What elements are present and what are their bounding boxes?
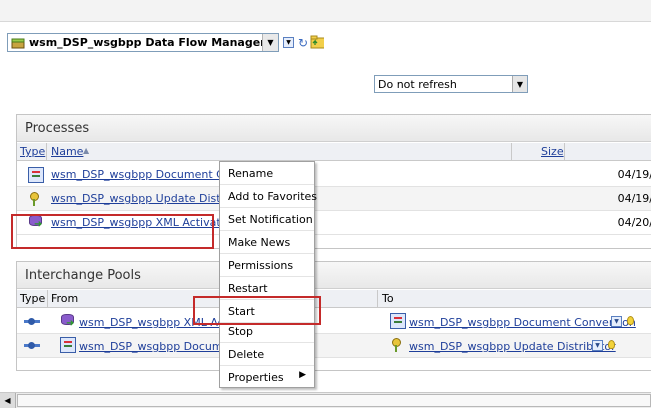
dropdown-menu-icon[interactable]: ▼ — [592, 340, 603, 351]
dropdown-menu-icon[interactable]: ▼ — [283, 37, 294, 48]
column-size[interactable]: Size — [541, 145, 564, 158]
pools-column-header: Type From To — [17, 290, 651, 308]
pipe-icon — [24, 338, 40, 354]
pool-from-link[interactable]: wsm_DSP_wsgbpp Document — [79, 340, 241, 353]
pool-to-link[interactable]: wsm_DSP_wsgbpp Document Conversion — [409, 316, 636, 329]
menu-item-properties-label: Properties — [228, 371, 284, 384]
context-menu: Rename Add to Favorites Set Notification… — [219, 161, 317, 389]
horizontal-scrollbar[interactable]: ◀ — [0, 392, 651, 408]
column-divider — [564, 143, 565, 161]
menu-item-make-news[interactable]: Make News — [220, 231, 314, 254]
refresh-interval-select[interactable]: Do not refresh ▼ — [374, 75, 528, 93]
processes-title: Processes — [17, 115, 651, 142]
manager-title: wsm_DSP_wsgbpp Data Flow Manager — [29, 36, 266, 49]
submenu-arrow-icon: ▶ — [299, 370, 306, 380]
lightbulb-icon[interactable] — [608, 340, 615, 349]
menu-item-rename[interactable]: Rename — [220, 162, 314, 185]
menu-item-permissions[interactable]: Permissions — [220, 254, 314, 277]
process-row[interactable]: wsm_DSP_wsgbpp Document Conve 04/19/ — [17, 163, 651, 187]
column-divider — [377, 290, 378, 308]
refresh-interval-value: Do not refresh — [378, 77, 457, 91]
package-icon — [11, 36, 25, 50]
sort-ascending-icon[interactable]: ▲ — [83, 146, 89, 155]
manager-select[interactable]: wsm_DSP_wsgbpp Data Flow Manager ▼ — [7, 33, 279, 52]
key-icon — [28, 191, 44, 207]
pipe-icon — [24, 314, 40, 330]
column-type[interactable]: Type — [20, 145, 45, 158]
column-divider — [47, 290, 48, 308]
process-date: 04/20/ — [617, 216, 651, 229]
document-icon — [28, 167, 44, 183]
pool-to-link[interactable]: wsm_DSP_wsgbpp Update Distributor — [409, 340, 616, 353]
column-from: From — [51, 292, 79, 305]
process-row[interactable]: wsm_DSP_wsgbpp Update Distribu 04/19/ — [17, 187, 651, 211]
lightbulb-icon[interactable] — [627, 316, 634, 325]
chevron-down-icon[interactable]: ▼ — [512, 76, 527, 92]
process-name-link[interactable]: wsm_DSP_wsgbpp Update Distribu — [51, 192, 242, 205]
chevron-down-icon[interactable]: ▼ — [262, 34, 278, 51]
column-type: Type — [20, 292, 46, 305]
menu-item-set-notification[interactable]: Set Notification — [220, 208, 314, 231]
document-icon — [390, 313, 406, 329]
dropdown-menu-icon[interactable]: ▼ — [611, 316, 622, 327]
menu-item-properties[interactable]: Properties ▶ — [220, 366, 314, 389]
highlight-box-start — [193, 296, 321, 325]
key-icon — [390, 337, 406, 353]
column-divider — [511, 143, 512, 161]
top-toolbar — [0, 0, 651, 22]
pool-row[interactable]: wsm_DSP_wsgbpp Document wsm_DSP_wsgbpp U… — [17, 334, 651, 358]
menu-item-add-to-favorites[interactable]: Add to Favorites — [220, 185, 317, 208]
column-divider — [46, 143, 47, 161]
scroll-left-icon[interactable]: ◀ — [0, 393, 16, 408]
processes-column-header: Type Name ▲ Size — [17, 143, 651, 161]
refresh-icon[interactable]: ↻ — [296, 36, 310, 50]
menu-item-delete[interactable]: Delete — [220, 343, 314, 366]
interchange-pools-panel: Interchange Pools Type From To wsm_DSP_w… — [16, 261, 651, 371]
document-icon — [60, 337, 76, 353]
scrollbar-thumb[interactable] — [17, 394, 651, 407]
folder-up-icon[interactable] — [310, 35, 324, 49]
highlight-box-xml-activator — [11, 214, 214, 249]
database-icon — [60, 313, 76, 329]
column-name[interactable]: Name — [51, 145, 83, 158]
pool-row[interactable]: wsm_DSP_wsgbpp XML Activ wsm_DSP_wsgbpp … — [17, 310, 651, 334]
process-date: 04/19/ — [617, 168, 651, 181]
process-date: 04/19/ — [617, 192, 651, 205]
column-to: To — [382, 292, 394, 305]
interchange-pools-title: Interchange Pools — [17, 262, 651, 289]
